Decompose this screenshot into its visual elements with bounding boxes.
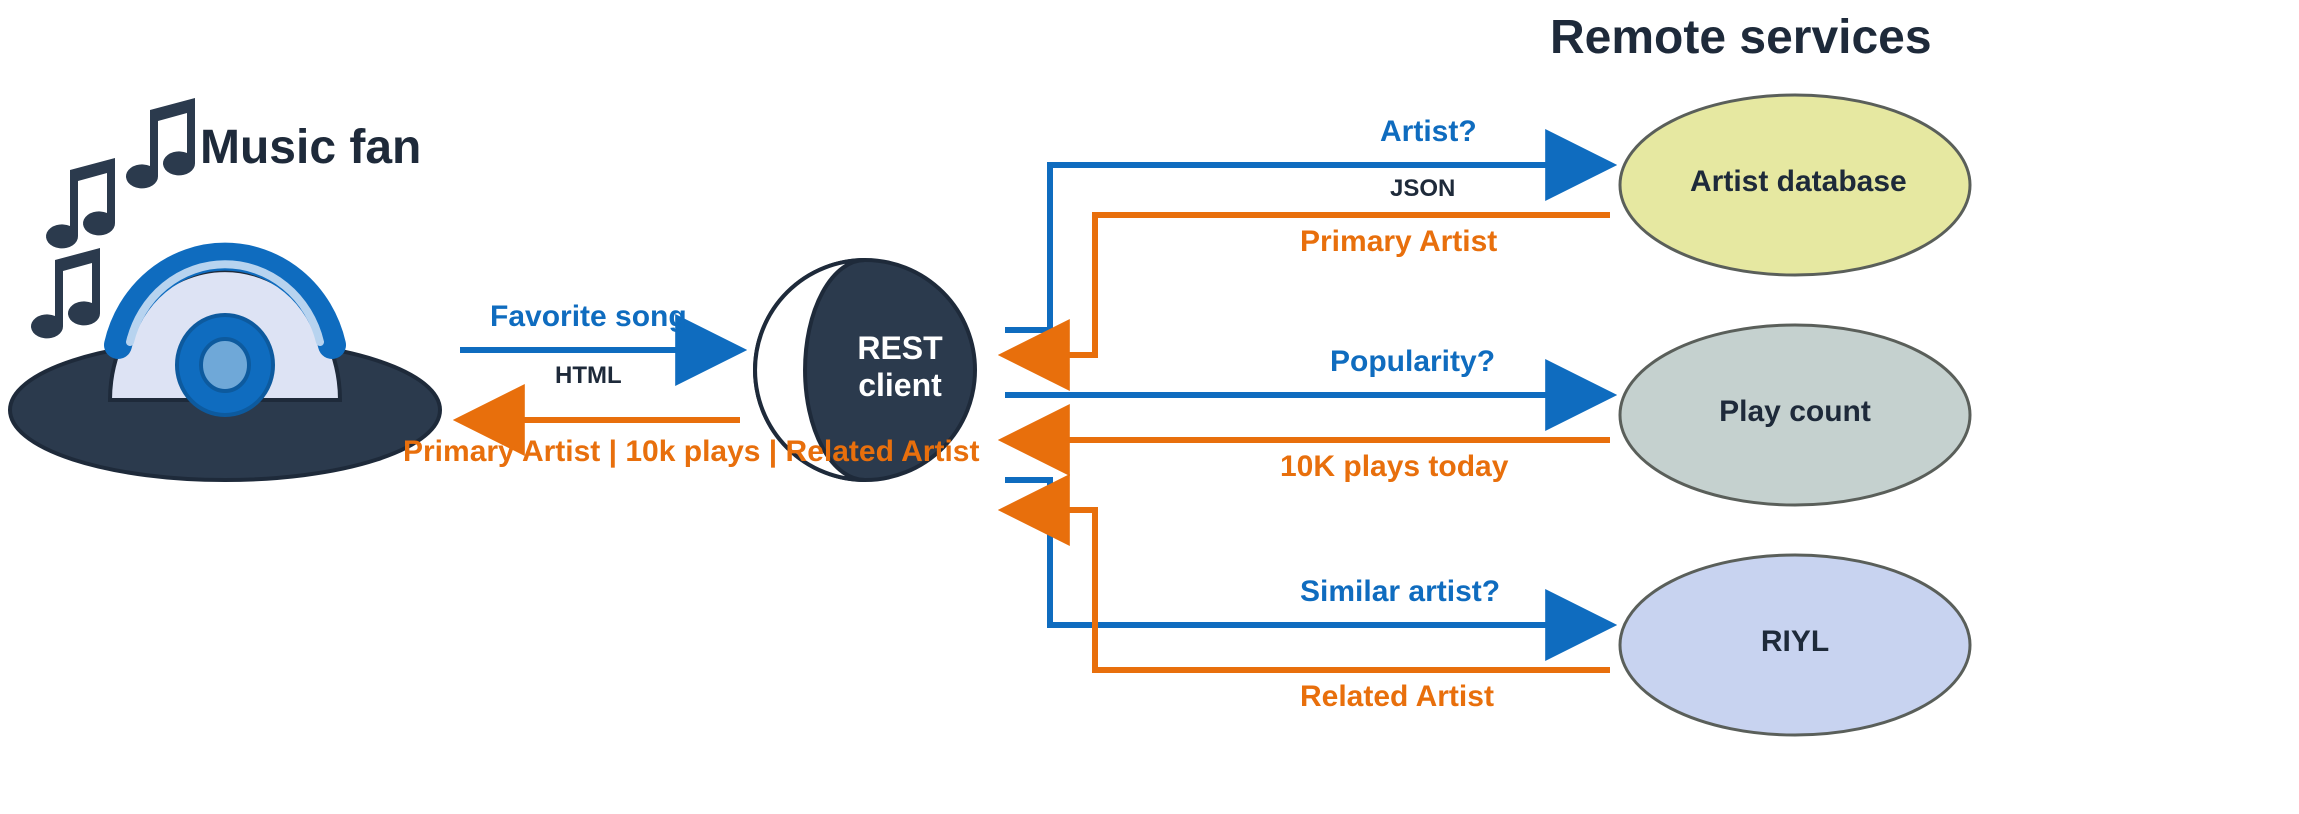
- label-left-response: Primary Artist | 10k plays | Related Art…: [403, 435, 979, 469]
- label-10k-plays: 10K plays today: [1280, 450, 1508, 484]
- rest-client-label-line1: REST: [857, 330, 942, 366]
- label-artist-request: Artist?: [1380, 115, 1477, 149]
- rest-client-label-line2: client: [858, 367, 942, 403]
- heading-music-fan: Music fan: [200, 120, 421, 175]
- rest-client-label: REST client: [840, 330, 960, 404]
- label-service-artist-db: Artist database: [1690, 165, 1900, 199]
- label-primary-artist: Primary Artist: [1300, 225, 1497, 259]
- label-service-riyl: RIYL: [1740, 625, 1850, 659]
- label-related-artist: Related Artist: [1300, 680, 1494, 714]
- label-json: JSON: [1390, 175, 1455, 203]
- heading-remote-services: Remote services: [1550, 10, 1932, 65]
- label-html: HTML: [555, 362, 622, 390]
- label-popularity: Popularity?: [1330, 345, 1495, 379]
- label-favorite-song: Favorite song: [490, 300, 687, 334]
- label-similar-artist: Similar artist?: [1300, 575, 1500, 609]
- label-service-play-count: Play count: [1715, 395, 1875, 429]
